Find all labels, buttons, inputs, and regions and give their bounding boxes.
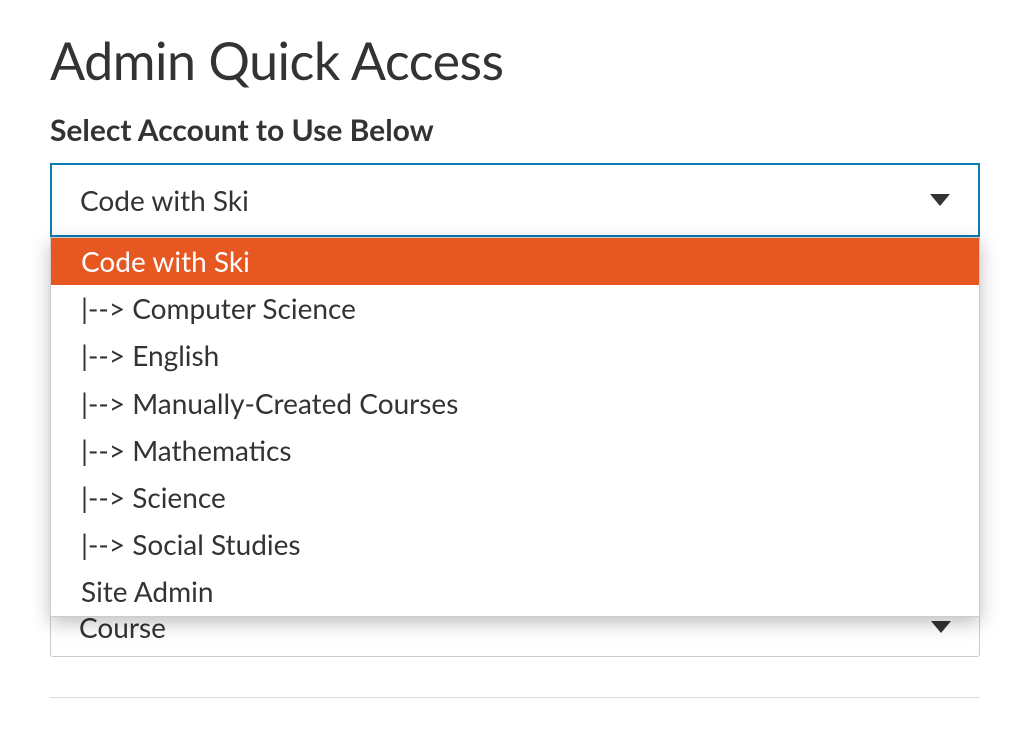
account-option[interactable]: |--> Manually-Created Courses (51, 380, 979, 427)
account-option[interactable]: |--> Computer Science (51, 285, 979, 332)
select-account-label: Select Account to Use Below (50, 112, 985, 148)
caret-down-icon (930, 194, 950, 206)
account-select[interactable]: Code with Ski (50, 163, 980, 237)
account-option[interactable]: |--> Science (51, 474, 979, 521)
page-title: Admin Quick Access (50, 30, 985, 92)
divider (50, 697, 980, 698)
account-option[interactable]: |--> Mathematics (51, 427, 979, 474)
caret-down-icon (931, 621, 951, 633)
account-option[interactable]: Code with Ski (51, 238, 979, 285)
account-dropdown-panel: Code with Ski|--> Computer Science|--> E… (50, 237, 980, 617)
account-select-wrapper: Code with Ski Code with Ski|--> Computer… (50, 163, 980, 237)
account-option[interactable]: |--> English (51, 332, 979, 379)
account-option[interactable]: |--> Social Studies (51, 521, 979, 568)
account-option[interactable]: Site Admin (51, 568, 979, 615)
account-select-value: Code with Ski (80, 183, 249, 217)
